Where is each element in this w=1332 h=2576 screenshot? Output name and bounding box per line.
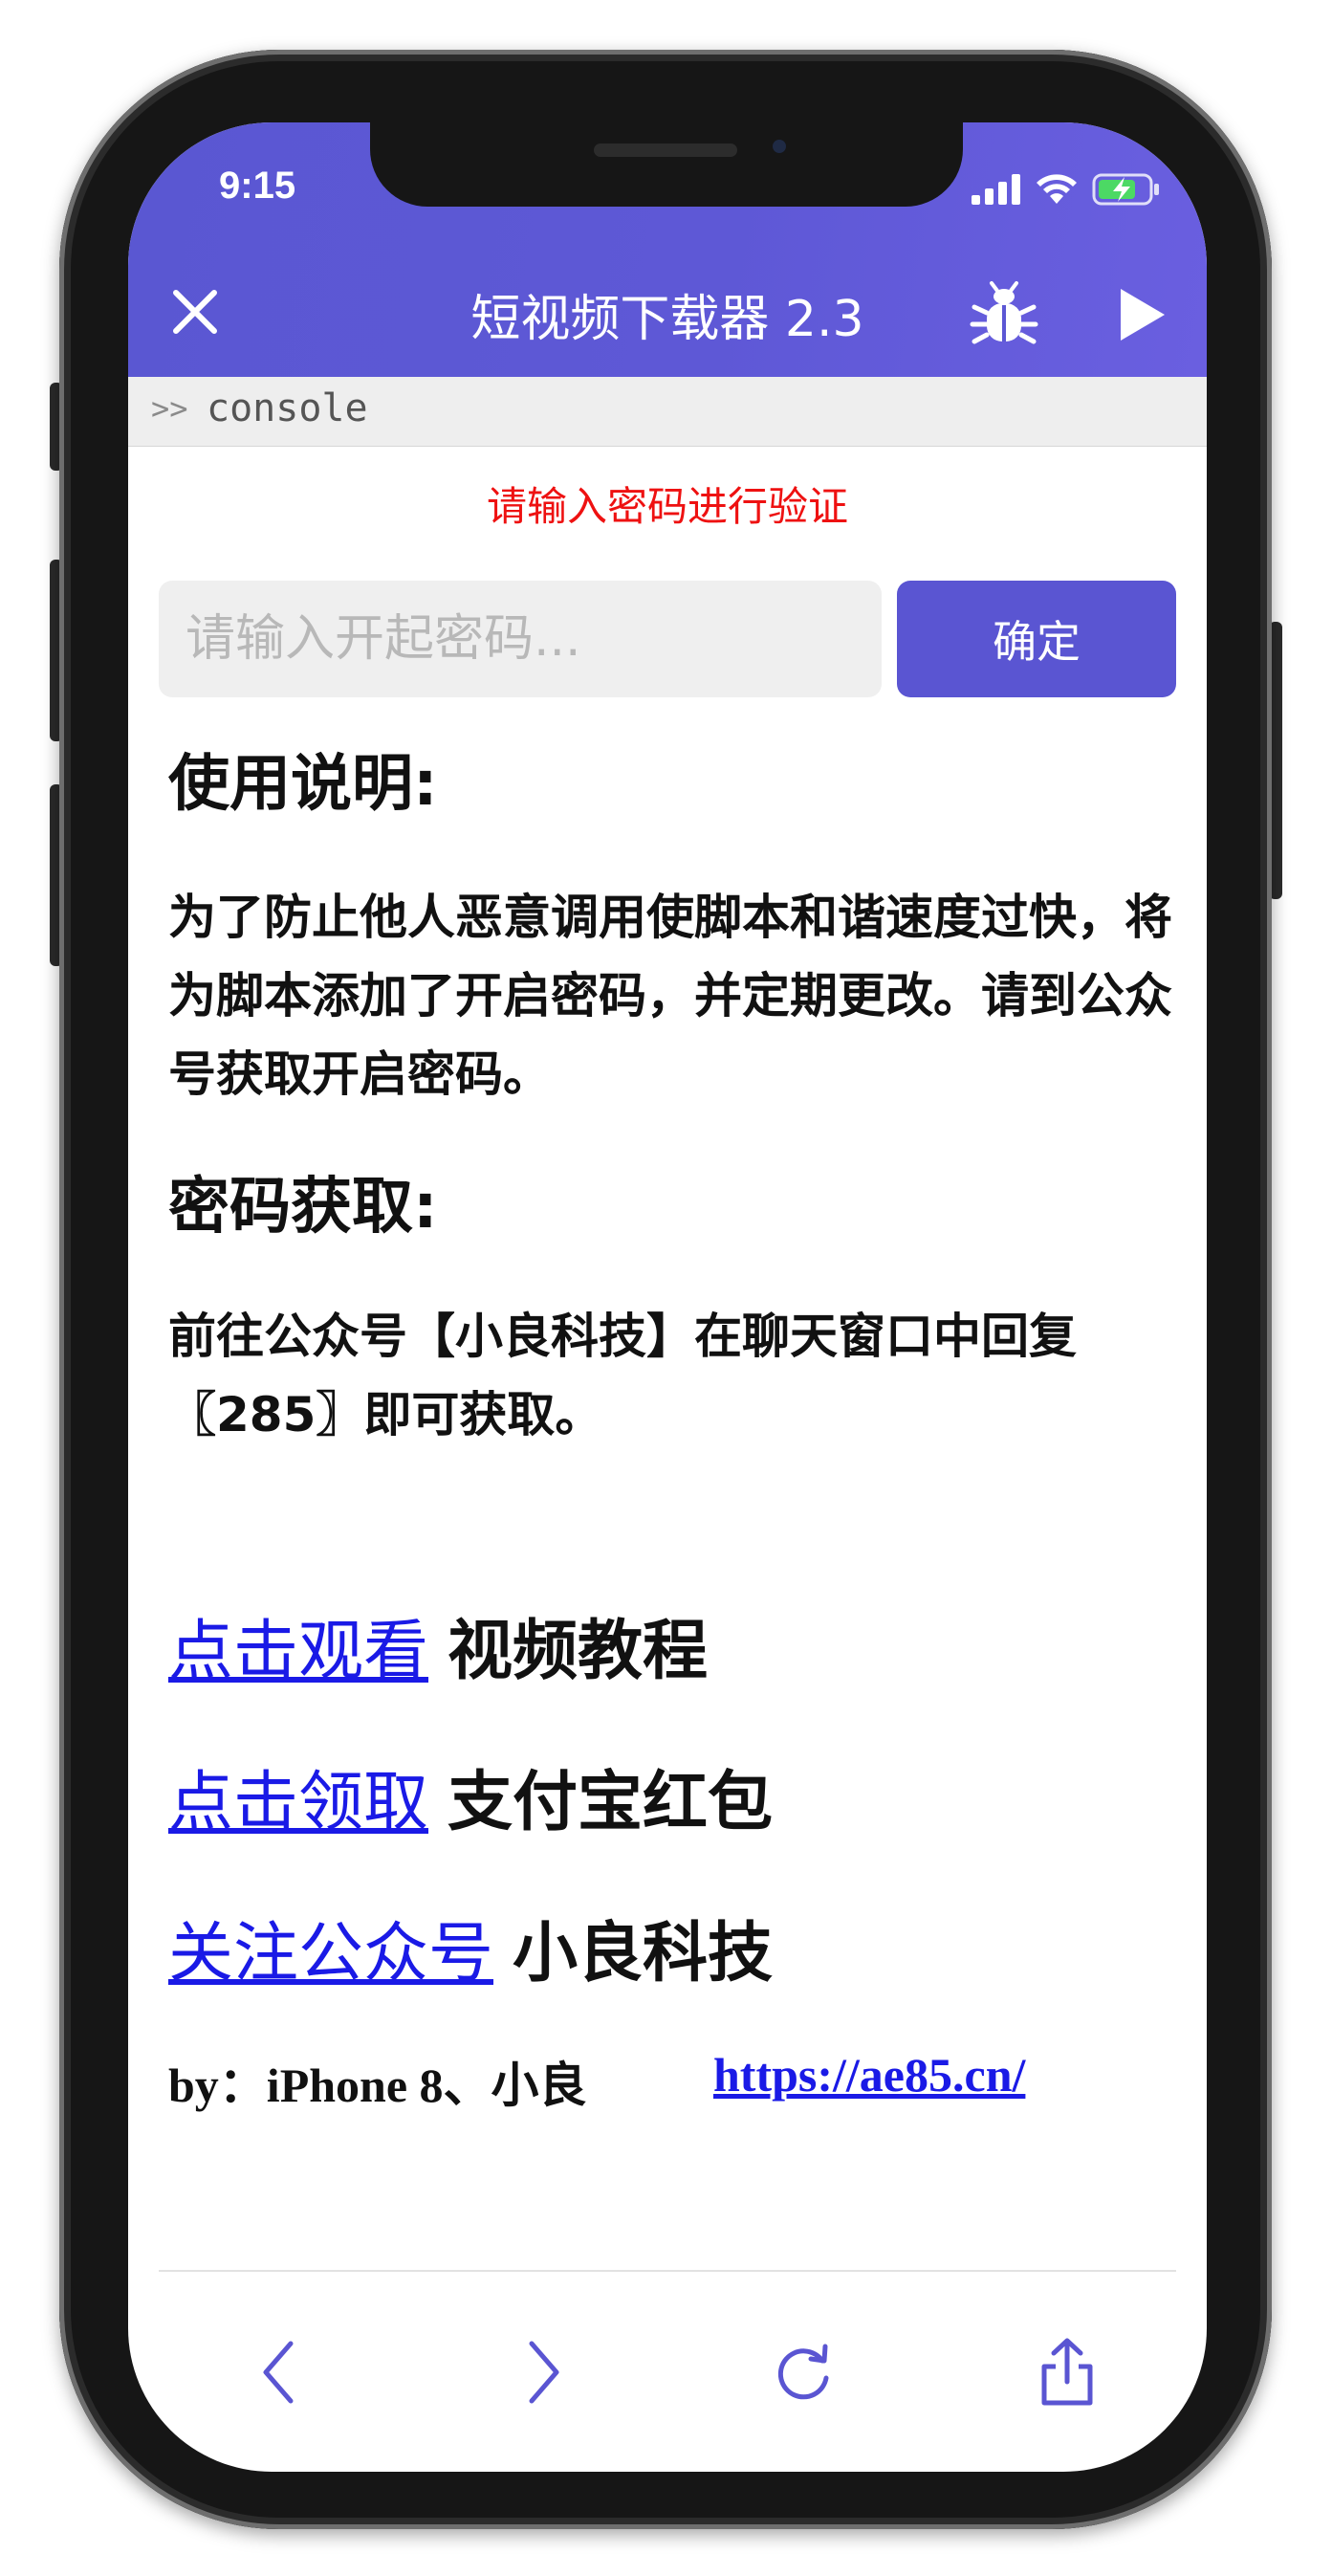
console-prompt: >> [151, 390, 188, 427]
watch-video-link[interactable]: 点击观看 [168, 1614, 428, 1689]
play-icon[interactable] [1113, 285, 1170, 344]
battery-charging-icon [1092, 173, 1159, 206]
wifi-icon [1037, 174, 1077, 204]
author-credit: by：iPhone 8、小良 [168, 2059, 587, 2112]
reload-icon[interactable] [767, 2334, 843, 2411]
phone-screen: 9:15 短视频下载器 2.3 >> console 请输入密码进行验证 请输入… [128, 122, 1207, 2472]
follow-account-link[interactable]: 关注公众号 [168, 1916, 493, 1992]
usage-text: 为了防止他人恶意调用使脚本和谐速度过快，将为脚本添加了开启密码，并定期更改。请到… [168, 890, 1172, 1102]
share-icon[interactable] [1029, 2334, 1105, 2411]
password-text: 前往公众号【小良科技】在聊天窗口中回复〖285〗即可获取。 [168, 1309, 1077, 1442]
toolbar-divider [159, 2270, 1176, 2272]
author-website-link[interactable]: https://ae85.cn/ [713, 2047, 1025, 2103]
link-row-video: 点击观看 视频教程 [168, 1597, 708, 1692]
link-row-follow: 关注公众号 小良科技 [168, 1900, 773, 1994]
status-time: 9:15 [219, 165, 296, 207]
console-label: console [207, 386, 368, 430]
bug-icon[interactable] [970, 280, 1038, 349]
front-camera [773, 140, 786, 153]
confirm-button[interactable]: 确定 [897, 581, 1176, 697]
device-mockup: 9:15 短视频下载器 2.3 >> console 请输入密码进行验证 请输入… [0, 0, 1332, 2576]
status-icons [972, 172, 1161, 207]
app-header: 9:15 短视频下载器 2.3 [128, 122, 1207, 377]
verify-message: 请输入密码进行验证 [486, 483, 848, 530]
console-bar[interactable]: >> console [128, 377, 1207, 447]
usage-heading: 使用说明: [168, 749, 438, 820]
speaker-grille [594, 143, 737, 157]
signal-icon [972, 174, 1020, 205]
link-row-redpacket-label: 支付宝红包 [448, 1765, 774, 1840]
password-heading: 密码获取: [168, 1172, 438, 1243]
password-input[interactable] [159, 581, 882, 697]
link-row-video-label: 视频教程 [448, 1614, 709, 1689]
forward-icon[interactable] [503, 2334, 579, 2411]
notch [370, 122, 963, 207]
back-icon[interactable] [243, 2334, 319, 2411]
link-row-redpacket: 点击领取 支付宝红包 [168, 1749, 773, 1843]
claim-redpacket-link[interactable]: 点击领取 [168, 1765, 428, 1840]
link-row-follow-label: 小良科技 [513, 1916, 774, 1992]
page-title: 短视频下载器 2.3 [470, 291, 864, 348]
